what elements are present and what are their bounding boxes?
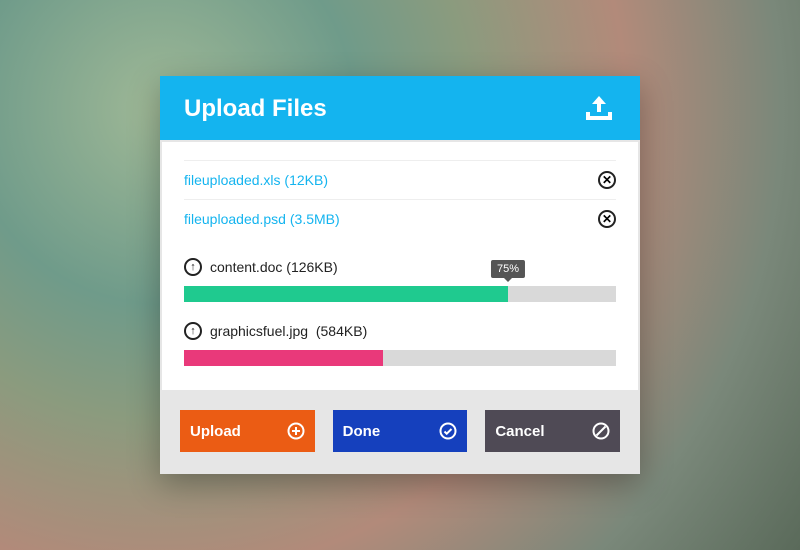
progress-fill [184, 286, 508, 302]
button-label: Cancel [495, 423, 544, 440]
progress-track [184, 350, 616, 366]
cancel-button[interactable]: Cancel [485, 410, 620, 452]
cancel-circle-icon [592, 422, 610, 440]
completed-file-label: fileuploaded.xls (12KB) [184, 172, 328, 188]
uploading-file-head: ↑ content.doc (126KB) [184, 258, 616, 276]
arrow-up-icon: ↑ [184, 258, 202, 276]
progress-tooltip: 75% [491, 260, 525, 278]
arrow-up-icon: ↑ [184, 322, 202, 340]
modal-body: fileuploaded.xls (12KB) ✕ fileuploaded.p… [162, 142, 638, 390]
remove-file-button[interactable]: ✕ [598, 171, 616, 189]
done-button[interactable]: Done [333, 410, 468, 452]
completed-file-row: fileuploaded.xls (12KB) ✕ [184, 160, 616, 199]
upload-modal: Upload Files fileuploaded.xls (12KB) ✕ f… [160, 76, 640, 474]
upload-icon [582, 94, 616, 124]
modal-footer: Upload Done Cancel [160, 392, 640, 474]
progress-bar: 75% [184, 286, 616, 302]
progress-bar: 46% [184, 350, 616, 366]
button-label: Upload [190, 423, 241, 440]
completed-file-label: fileuploaded.psd (3.5MB) [184, 211, 340, 227]
close-icon: ✕ [602, 173, 612, 187]
progress-fill [184, 350, 383, 366]
completed-file-row: fileuploaded.psd (3.5MB) ✕ [184, 199, 616, 238]
plus-circle-icon [287, 422, 305, 440]
button-label: Done [343, 423, 381, 440]
uploading-file-block: ↑ content.doc (126KB) 75% [184, 258, 616, 302]
modal-title: Upload Files [184, 95, 327, 123]
check-circle-icon [439, 422, 457, 440]
uploading-file-label: content.doc (126KB) [210, 259, 338, 275]
remove-file-button[interactable]: ✕ [598, 210, 616, 228]
uploading-file-label: graphicsfuel.jpg (584KB) [210, 323, 367, 339]
modal-header: Upload Files [160, 76, 640, 140]
upload-button[interactable]: Upload [180, 410, 315, 452]
close-icon: ✕ [602, 212, 612, 226]
progress-track [184, 286, 616, 302]
uploading-file-head: ↑ graphicsfuel.jpg (584KB) [184, 322, 616, 340]
uploading-file-block: ↑ graphicsfuel.jpg (584KB) 46% [184, 322, 616, 366]
